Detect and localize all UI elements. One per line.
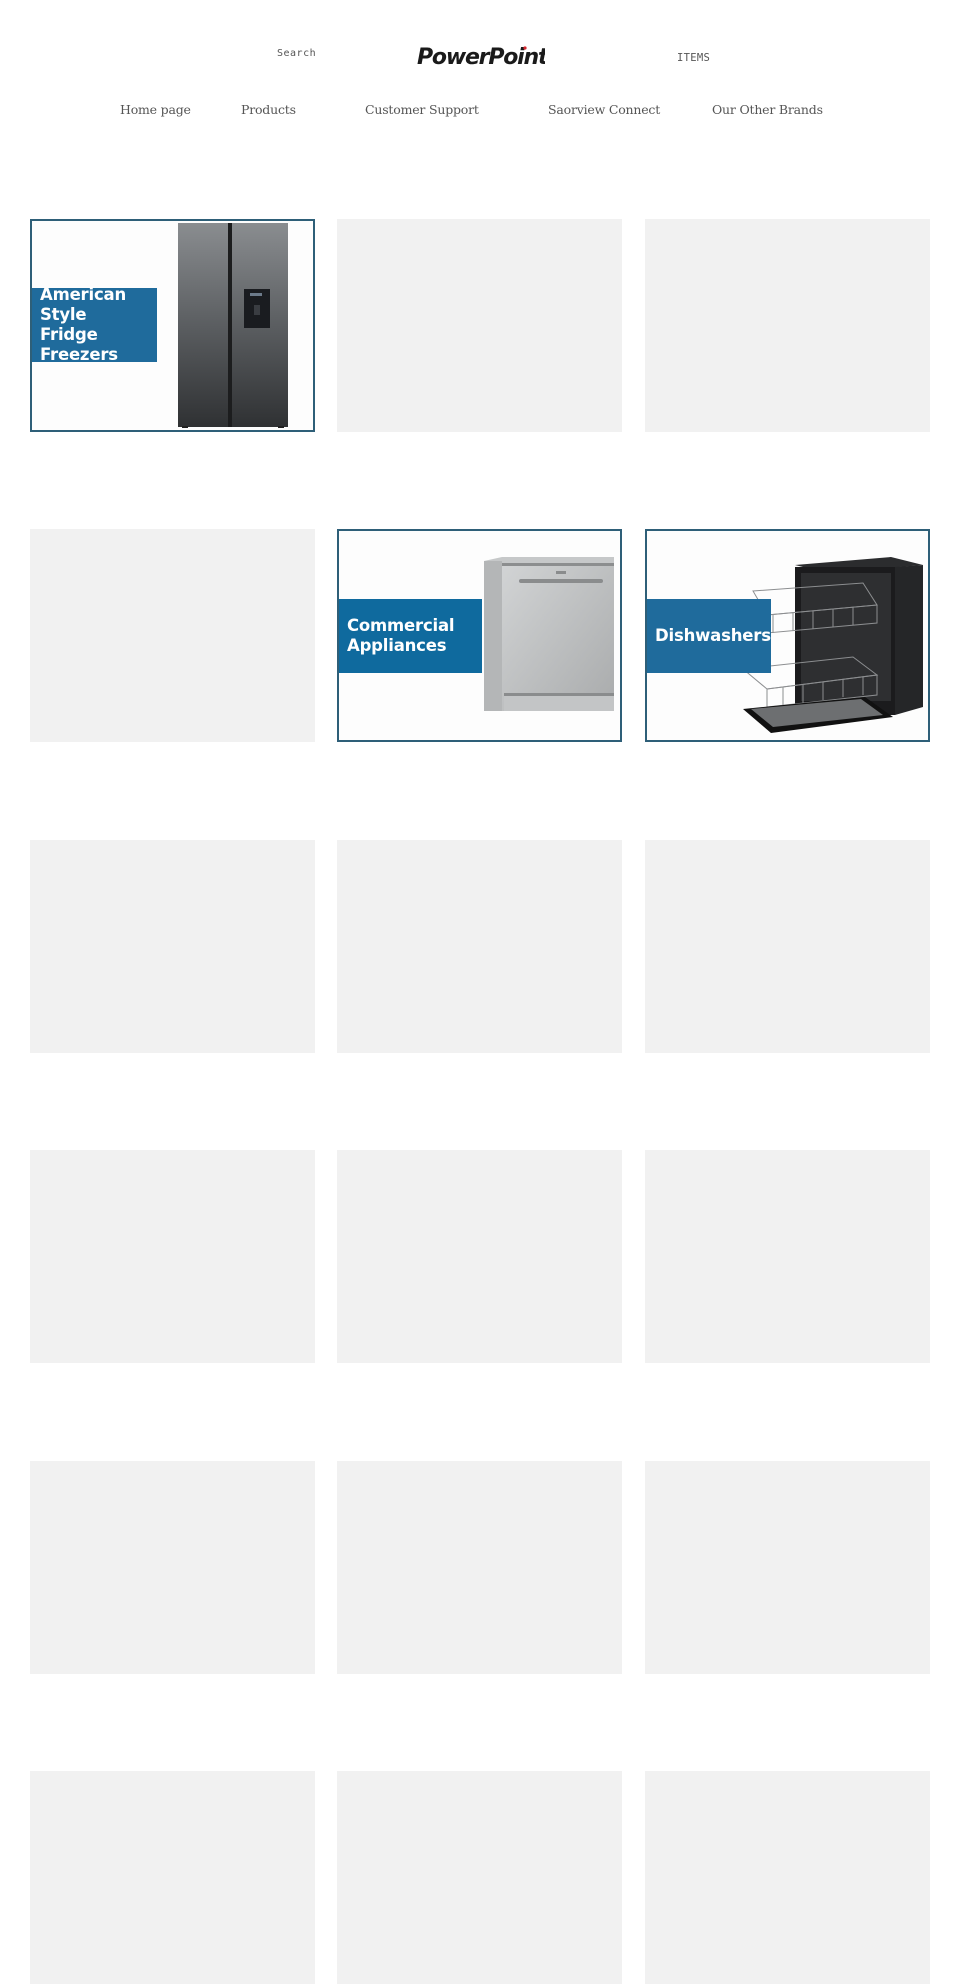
category-card-placeholder[interactable] bbox=[645, 1771, 930, 1984]
category-card-placeholder[interactable] bbox=[30, 1771, 315, 1984]
category-card-placeholder[interactable] bbox=[337, 1771, 622, 1984]
category-card-placeholder[interactable] bbox=[645, 840, 930, 1053]
category-card-placeholder[interactable] bbox=[30, 840, 315, 1053]
category-card-placeholder[interactable] bbox=[30, 529, 315, 742]
nav-our-other-brands[interactable]: Our Other Brands bbox=[712, 102, 823, 117]
search-link[interactable]: Search bbox=[277, 48, 316, 59]
category-card-placeholder[interactable] bbox=[645, 1150, 930, 1363]
nav-home-page[interactable]: Home page bbox=[120, 102, 191, 117]
cart-items-link[interactable]: ITEMS bbox=[677, 52, 710, 64]
category-card-placeholder[interactable] bbox=[337, 840, 622, 1053]
category-card-american-fridge-freezers[interactable]: American Style Fridge Freezers bbox=[30, 219, 315, 432]
category-card-dishwashers[interactable]: Dishwashers bbox=[645, 529, 930, 742]
nav-saorview-connect[interactable]: Saorview Connect bbox=[548, 102, 660, 117]
logo-red-dot-icon bbox=[523, 46, 527, 50]
category-label: American Style Fridge Freezers bbox=[32, 285, 157, 364]
category-card-commercial-appliances[interactable]: Commercial Appliances bbox=[337, 529, 622, 742]
category-title: American Style Fridge Freezers bbox=[40, 285, 127, 364]
category-card-placeholder[interactable] bbox=[645, 219, 930, 432]
category-title: Dishwashers bbox=[655, 626, 771, 645]
silver-dishwasher-image-icon bbox=[484, 557, 614, 711]
category-card-placeholder[interactable] bbox=[30, 1461, 315, 1674]
category-title: Commercial Appliances bbox=[347, 616, 455, 655]
category-card-placeholder[interactable] bbox=[30, 1150, 315, 1363]
nav-customer-support[interactable]: Customer Support bbox=[365, 102, 479, 117]
category-card-placeholder[interactable] bbox=[645, 1461, 930, 1674]
category-label: Commercial Appliances bbox=[339, 599, 482, 673]
nav-products[interactable]: Products bbox=[241, 102, 296, 117]
logo-wordmark-icon: PowerPoint bbox=[417, 45, 551, 70]
main-nav: Home page Products Customer Support Saor… bbox=[0, 102, 960, 122]
category-label: Dishwashers bbox=[647, 599, 771, 673]
powerpoint-logo[interactable]: PowerPoint bbox=[415, 42, 551, 70]
fridge-freezer-image-icon bbox=[178, 223, 288, 428]
category-card-placeholder[interactable] bbox=[337, 1461, 622, 1674]
category-card-placeholder[interactable] bbox=[337, 219, 622, 432]
category-card-placeholder[interactable] bbox=[337, 1150, 622, 1363]
